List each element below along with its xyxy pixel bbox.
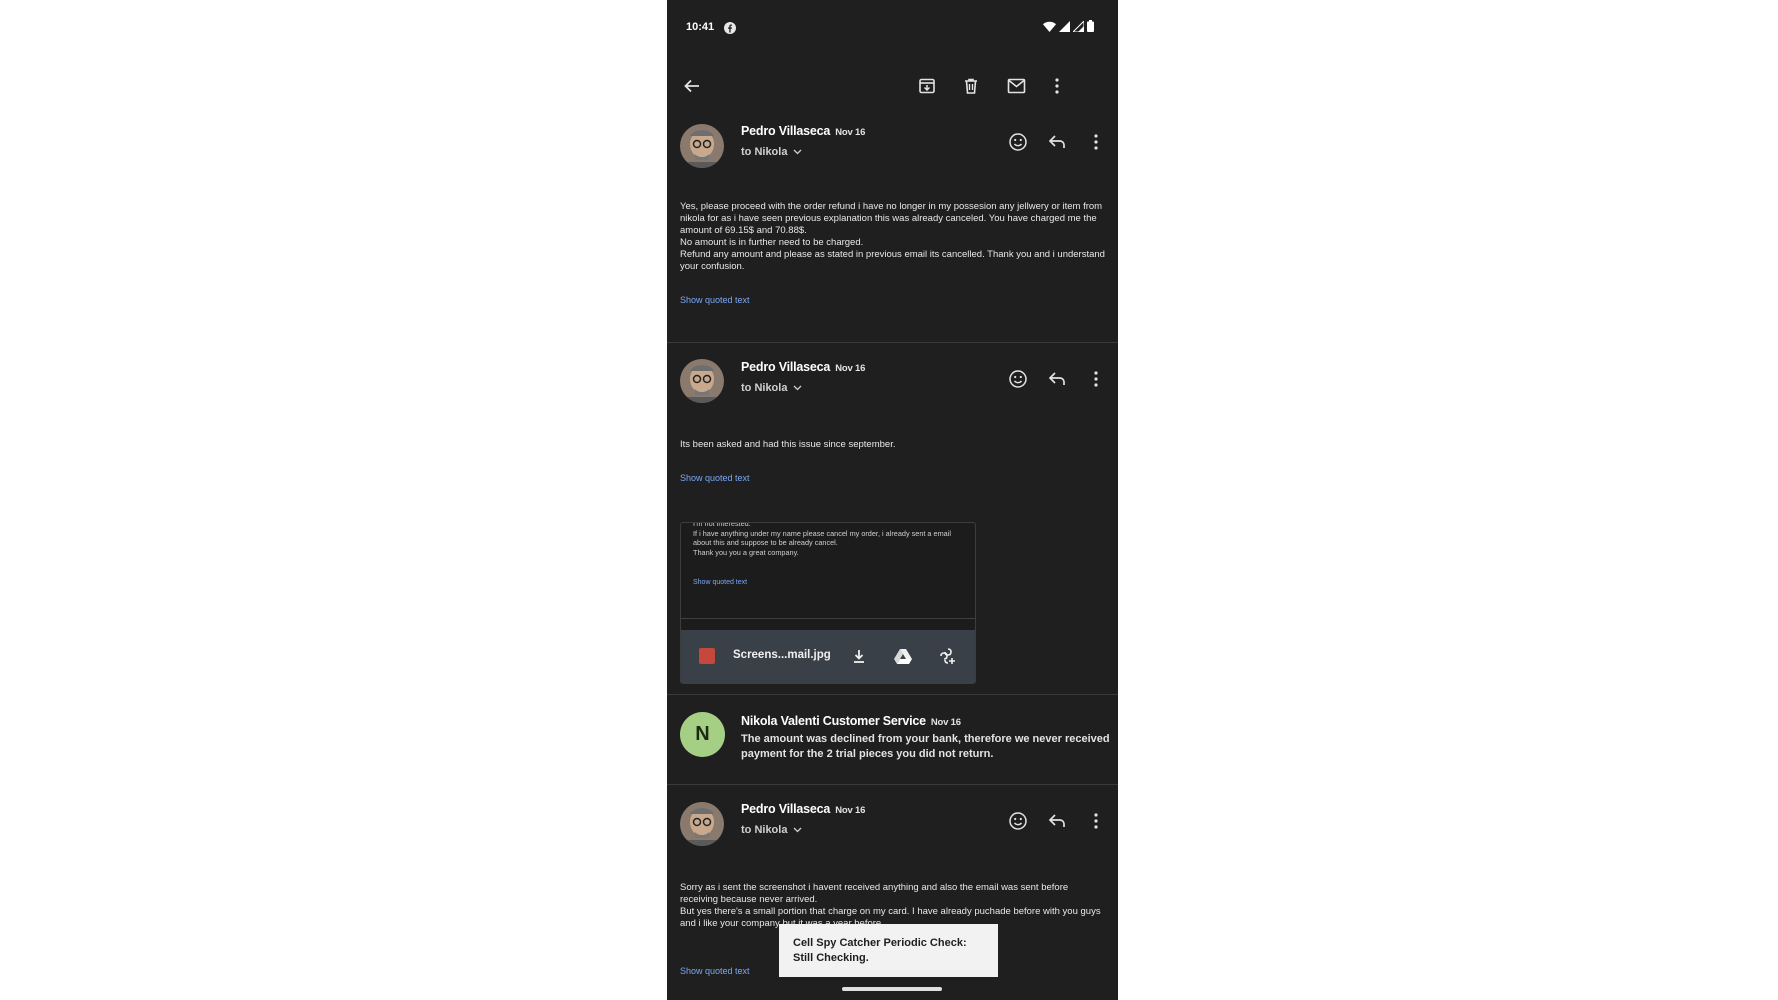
attachment-bar: Screens...mail.jpg: [681, 630, 975, 683]
archive-icon: [919, 78, 935, 94]
toast-notification: Cell Spy Catcher Periodic Check: Still C…: [779, 924, 998, 977]
avatar[interactable]: [680, 359, 724, 403]
reply-button[interactable]: [1045, 809, 1069, 833]
archive-button[interactable]: [914, 73, 940, 99]
show-quoted-text-link[interactable]: Show quoted text: [680, 473, 750, 483]
sender-line: Pedro Villaseca Nov 16: [741, 802, 865, 816]
message-actions: [1006, 809, 1108, 833]
reply-button[interactable]: [1045, 367, 1069, 391]
recipient-details[interactable]: to Nikola: [741, 382, 802, 394]
phone-screen: 10:41 Pedro Villaseca Nov 16 to Nikola Y…: [667, 0, 1118, 1000]
wifi-icon: [1043, 21, 1056, 32]
save-to-drive-button[interactable]: [892, 645, 914, 667]
emoji-icon: [1009, 370, 1027, 388]
attachment-preview-text: I'm not interested. If i have anything u…: [693, 522, 951, 557]
avatar-photo: [680, 124, 724, 168]
reply-icon: [1048, 135, 1065, 148]
add-reaction-button[interactable]: [1006, 367, 1030, 391]
message-more-button[interactable]: [1084, 130, 1108, 154]
more-options-button[interactable]: [1044, 73, 1070, 99]
message-date: Nov 16: [835, 805, 866, 816]
show-quoted-text-link[interactable]: Show quoted text: [680, 966, 750, 976]
divider: [681, 618, 975, 619]
recipient-label: to Nikola: [741, 146, 788, 158]
download-icon: [854, 650, 864, 663]
avatar-photo: [680, 802, 724, 846]
status-bar: 10:41: [667, 0, 1118, 56]
mark-unread-icon: [1007, 78, 1025, 94]
attachment-filename[interactable]: Screens...mail.jpg: [733, 649, 831, 661]
chevron-down-icon: [793, 149, 802, 155]
signal-icon: [1073, 20, 1084, 32]
add-reaction-button[interactable]: [1006, 809, 1030, 833]
message-date: Nov 16: [835, 127, 866, 138]
delete-icon: [965, 78, 977, 94]
emoji-icon: [1009, 133, 1027, 151]
app-bar: [667, 56, 1118, 116]
more-vert-icon: [1055, 78, 1059, 94]
chevron-down-icon: [793, 385, 802, 391]
message-body: Its been asked and had this issue since …: [680, 439, 896, 450]
gesture-handle[interactable]: [842, 987, 942, 991]
chevron-down-icon: [793, 827, 802, 833]
attachment-preview-quoted-link: Show quoted text: [693, 579, 748, 586]
message-item[interactable]: Pedro Villaseca Nov 16 to Nikola Yes, ple…: [667, 116, 1118, 343]
add-to-photos-icon: [940, 648, 955, 664]
avatar[interactable]: N: [680, 712, 725, 757]
sender-line: Pedro Villaseca Nov 16: [741, 360, 865, 374]
avatar[interactable]: [680, 124, 724, 168]
back-button[interactable]: [679, 73, 705, 99]
back-arrow-icon: [684, 79, 699, 93]
recipient-label: to Nikola: [741, 824, 788, 836]
download-button[interactable]: [848, 645, 870, 667]
signal-icon: [1059, 20, 1070, 32]
recipient-details[interactable]: to Nikola: [741, 824, 802, 836]
message-more-button[interactable]: [1084, 367, 1108, 391]
message-date: Nov 16: [930, 717, 961, 728]
recipient-label: to Nikola: [741, 382, 788, 394]
status-icons: [1043, 20, 1094, 32]
message-body: Yes, please proceed with the order refun…: [680, 201, 1105, 272]
image-file-icon: [699, 648, 715, 664]
drive-icon: [894, 649, 912, 664]
add-to-photos-button[interactable]: [937, 645, 959, 667]
sender-line: Nikola Valenti Customer Service Nov 16: [741, 714, 961, 728]
sender-name: Pedro Villaseca: [741, 360, 831, 374]
message-actions: [1006, 367, 1108, 391]
sender-name: Pedro Villaseca: [741, 124, 831, 138]
reply-icon: [1048, 372, 1065, 385]
facebook-notification-icon: [724, 22, 736, 34]
sender-line: Pedro Villaseca Nov 16: [741, 124, 865, 138]
more-vert-icon: [1094, 371, 1098, 387]
sender-name: Pedro Villaseca: [741, 802, 831, 816]
message-body: Sorry as i sent the screenshot i havent …: [680, 882, 1101, 929]
message-actions: [1006, 130, 1108, 154]
recipient-details[interactable]: to Nikola: [741, 146, 802, 158]
show-quoted-text-link[interactable]: Show quoted text: [680, 295, 750, 305]
status-time: 10:41: [686, 21, 715, 33]
message-date: Nov 16: [835, 363, 866, 374]
reply-button[interactable]: [1045, 130, 1069, 154]
mark-unread-button[interactable]: [1003, 73, 1029, 99]
attachment-preview[interactable]: I'm not interested. If i have anything u…: [680, 522, 976, 684]
message-snippet: The amount was declined from your bank, …: [741, 733, 1110, 760]
delete-button[interactable]: [958, 73, 984, 99]
battery-icon: [1087, 20, 1094, 32]
more-vert-icon: [1094, 813, 1098, 829]
emoji-icon: [1009, 812, 1027, 830]
add-reaction-button[interactable]: [1006, 130, 1030, 154]
avatar-photo: [680, 359, 724, 403]
message-more-button[interactable]: [1084, 809, 1108, 833]
avatar[interactable]: [680, 802, 724, 846]
more-vert-icon: [1094, 134, 1098, 150]
reply-icon: [1048, 814, 1065, 827]
sender-name: Nikola Valenti Customer Service: [741, 714, 926, 728]
